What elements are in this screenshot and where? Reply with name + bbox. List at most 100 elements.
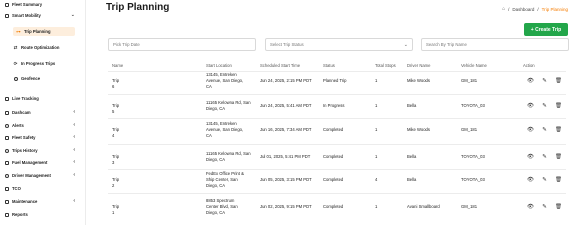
trip-status-placeholder: Select Trip Status: [270, 42, 304, 47]
start-location-line: CA: [206, 84, 212, 89]
edit-icon[interactable]: ✎: [541, 127, 548, 134]
delete-icon[interactable]: 🗑: [555, 103, 562, 110]
sidebar: Fleet Summary Smart Mobility ⌄ ⊶ Trip Pl…: [0, 0, 86, 225]
sidebar-item-label: TCO: [12, 186, 21, 191]
start-location: 13145, Entreken Avenue, San Diego, CA: [206, 72, 258, 90]
sidebar-item-trips-history[interactable]: Trips History ‹: [4, 146, 82, 155]
history-icon: [4, 148, 9, 153]
breadcrumb-current: Trip Planning: [541, 6, 568, 12]
sidebar-item-route-optimization[interactable]: ⇄ Route Optimization: [13, 43, 83, 52]
delete-icon[interactable]: 🗑: [555, 177, 562, 184]
view-icon[interactable]: 👁: [527, 204, 534, 211]
vehicle-name: GM_181: [461, 204, 478, 209]
delete-icon[interactable]: 🗑: [555, 154, 562, 161]
progress-icon: ⟳: [13, 60, 18, 66]
view-icon[interactable]: 👁: [527, 177, 534, 184]
sidebar-item-label: Trips History: [12, 148, 38, 153]
trip-status-select[interactable]: Select Trip Status ⌄: [265, 38, 413, 51]
scheduled-start-time: Jun 24, 2025, 5:41 AM PDT: [260, 103, 312, 108]
total-stops: 1: [375, 78, 378, 83]
create-trip-button[interactable]: + Create Trip: [524, 23, 568, 36]
start-location: FedEx Office Print & Ship Center, San Dieg…: [206, 171, 258, 189]
sidebar-item-reports[interactable]: Reports: [4, 210, 82, 219]
column-header-start-location: Start Location: [206, 63, 232, 68]
column-header-status: Status: [323, 63, 335, 68]
status-text: In Progress: [323, 103, 345, 108]
sidebar-item-smart-mobility[interactable]: Smart Mobility ⌄: [4, 11, 82, 20]
geofence-icon: [13, 76, 18, 81]
status-text: Completed: [323, 177, 344, 182]
edit-icon[interactable]: ✎: [541, 177, 548, 184]
total-stops: 1: [375, 154, 378, 159]
chevron-down-icon: ⌄: [70, 12, 75, 18]
status-text: Completed: [323, 154, 344, 159]
start-location: 13145, Entreken Avenue, San Diego, CA: [206, 121, 258, 139]
edit-icon[interactable]: ✎: [541, 154, 548, 161]
sidebar-item-label: Maintenance: [12, 199, 38, 204]
camera-icon: [4, 110, 9, 115]
column-header-action: Action: [523, 63, 535, 68]
row-divider: [108, 118, 566, 119]
sidebar-item-label: Reports: [12, 212, 28, 217]
vehicle-name: TOYOTA_03: [461, 177, 485, 182]
shield-icon: [4, 135, 9, 140]
trip-name: Trip 5: [112, 103, 120, 114]
delete-icon[interactable]: 🗑: [555, 127, 562, 134]
edit-icon[interactable]: ✎: [541, 204, 548, 211]
vehicle-name: TOYOTA_03: [461, 103, 485, 108]
start-location: 8853 Spectrum Center Blvd, San Diego, CA: [206, 198, 258, 216]
mobility-icon: [4, 13, 9, 18]
scheduled-start-time: Jul 01, 2025, 5:41 PM PDT: [260, 154, 311, 159]
edit-icon[interactable]: ✎: [541, 103, 548, 110]
bell-icon: [4, 123, 9, 128]
dashboard-icon: [4, 2, 9, 7]
sidebar-item-maintenance[interactable]: Maintenance ‹: [4, 197, 82, 206]
view-icon[interactable]: 👁: [527, 78, 534, 85]
sidebar-item-in-progress-trips[interactable]: ⟳ In Progress Trips: [13, 59, 83, 68]
total-stops: 1: [375, 103, 378, 108]
trip-date-placeholder: Pick Trip Date: [113, 42, 140, 47]
driver-name: Mike Woods: [407, 127, 430, 132]
sidebar-item-live-tracking[interactable]: Live Tracking: [4, 94, 82, 103]
driver-name: Mike Woods: [407, 78, 430, 83]
tracking-icon: [4, 96, 9, 101]
start-location: 11165 Kelowna Rd, San Diego, CA: [206, 100, 258, 112]
sidebar-item-fleet-safety[interactable]: Fleet Safety ‹: [4, 133, 82, 142]
sidebar-item-fleet-summary[interactable]: Fleet Summary: [4, 0, 82, 9]
trip-name: Trip 3: [112, 154, 120, 165]
search-input[interactable]: Search By Trip Name: [421, 38, 569, 51]
page-title: Trip Planning: [106, 2, 170, 13]
wrench-icon: [4, 199, 9, 204]
row-divider: [108, 144, 566, 145]
column-header-vehicle: Vehicle Name: [461, 63, 487, 68]
status-text: Completed: [323, 127, 344, 132]
view-icon[interactable]: 👁: [527, 103, 534, 110]
sidebar-item-dashcam[interactable]: Dashcam ‹: [4, 108, 82, 117]
row-divider: [108, 94, 566, 95]
vehicle-name: GM_181: [461, 127, 478, 132]
sidebar-item-geofence[interactable]: Geofence: [13, 74, 83, 83]
sidebar-item-trip-planning[interactable]: ⊶ Trip Planning: [13, 27, 75, 36]
sidebar-item-driver-management[interactable]: Driver Management ‹: [4, 171, 82, 180]
status-text: Completed: [323, 204, 344, 209]
column-header-start-time: Scheduled Start Time: [260, 63, 301, 68]
home-icon[interactable]: ⌂: [502, 6, 505, 12]
chevron-left-icon: ‹: [73, 198, 75, 204]
sidebar-item-label: Geofence: [21, 76, 41, 81]
sidebar-item-fuel-management[interactable]: Fuel Management ‹: [4, 158, 82, 167]
divider: [108, 71, 566, 72]
edit-icon[interactable]: ✎: [541, 78, 548, 85]
chevron-left-icon: ‹: [73, 172, 75, 178]
delete-icon[interactable]: 🗑: [555, 204, 562, 211]
breadcrumb-dashboard[interactable]: Dashboard: [512, 7, 534, 12]
view-icon[interactable]: 👁: [527, 127, 534, 134]
view-icon[interactable]: 👁: [527, 154, 534, 161]
scheduled-start-time: Jun 05, 2025, 3:15 PM PDT: [260, 177, 312, 182]
trip-date-input[interactable]: Pick Trip Date: [108, 38, 256, 51]
sidebar-item-tco[interactable]: TCO: [4, 184, 82, 193]
chevron-left-icon: ‹: [73, 122, 75, 128]
sidebar-item-alerts[interactable]: Alerts ‹: [4, 121, 82, 130]
chevron-left-icon: ‹: [73, 147, 75, 153]
route-icon: ⇄: [13, 44, 18, 50]
delete-icon[interactable]: 🗑: [555, 78, 562, 85]
